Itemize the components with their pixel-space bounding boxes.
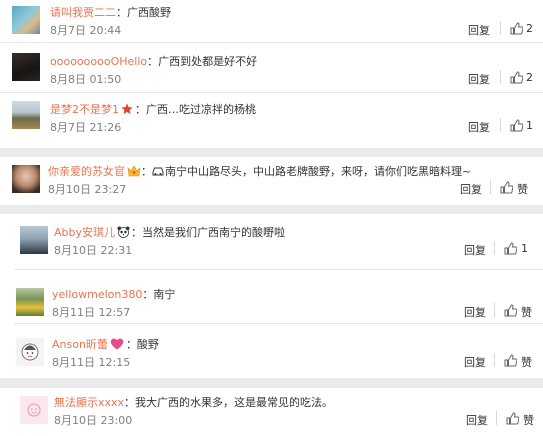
comment-time: 8月11日 12:15 [52,356,131,369]
avatar[interactable] [16,338,44,366]
comment-username[interactable]: 是梦2不是梦1 [50,103,119,116]
comment-text: ：南宁 [142,288,176,301]
comment-username[interactable]: oooooooooOHello [50,55,147,68]
comment-time: 8月10日 23:00 [54,414,133,427]
comment-card: 你亲爱的苏女官 ： 南宁中山路尽头，中山路老牌酸野，来呀，请你们吃黑暗料理~ 8月1… [0,157,543,205]
reply-button[interactable]: 回复 [464,354,486,370]
comment-item: Anson昕蕾 ：酸野 8月11日 12:15 回复 赞 [0,334,543,370]
cartoon-avatar-icon [21,343,39,361]
action-separator [494,303,495,317]
comment-username[interactable]: 你亲爱的苏女官 [48,165,125,178]
comment-time: 8月11日 12:57 [52,306,131,319]
like-count: 1 [526,119,533,132]
comment-time: 8月7日 20:44 [50,24,122,37]
avatar[interactable] [12,165,40,193]
default-avatar-icon [27,403,41,417]
reply-button[interactable]: 回复 [460,181,482,197]
thumbs-up-icon[interactable] [510,22,524,35]
comment-username[interactable]: Abby安琪儿 [54,226,115,239]
comment-item: 無法顯示xxxx：我大广西的水果多，这是最常见的吃法。 8月10日 23:00 … [0,392,543,428]
thumbs-up-icon[interactable] [506,412,520,425]
comment-item: oooooooooOHello：广西到处都是好不好 8月8日 01:50 回复 … [0,51,543,87]
action-separator [496,411,497,425]
avatar[interactable] [12,53,40,81]
comment-card: 無法顯示xxxx：我大广西的水果多，这是最常见的吃法。 8月10日 23:00 … [0,388,543,436]
thumbs-up-icon[interactable] [510,119,524,132]
comment-text: ：广西到处都是好不好 [147,55,258,68]
like-button-label[interactable]: 赞 [521,304,532,320]
red-star-icon [121,103,133,115]
comment-username[interactable]: yellowmelon380 [52,288,142,301]
thumbs-up-icon[interactable] [504,242,518,255]
action-separator [490,180,491,194]
comment-time: 8月10日 23:27 [48,183,127,196]
comment-text: ：当然是我们广西南宁的酸嘢啦 [131,226,285,239]
like-button-label[interactable]: 赞 [523,412,534,428]
like-count: 1 [521,242,528,255]
divider [0,92,543,93]
comment-time: 8月8日 01:50 [50,73,122,86]
like-count: 2 [526,22,533,35]
comment-card: 请叫我贾二二：广西酸野 8月7日 20:44 回复 2 oooooooooOHe… [0,0,543,148]
like-button-label[interactable]: 赞 [521,354,532,370]
divider [14,323,543,324]
comment-text: ：广西酸野 [116,6,171,19]
thumbs-up-icon[interactable] [510,71,524,84]
action-separator [494,353,495,367]
like-count: 2 [526,71,533,84]
comment-text: ： [141,165,152,178]
action-separator [500,118,501,132]
avatar[interactable] [20,396,48,424]
comment-item: yellowmelon380：南宁 8月11日 12:57 回复 赞 [0,284,543,320]
reply-button[interactable]: 回复 [466,412,488,428]
thumbs-up-icon[interactable] [504,354,518,367]
comment-item: 是梦2不是梦1 ：广西…吃过凉拌的杨桃 8月7日 21:26 回复 1 [0,99,543,135]
thumbs-up-icon[interactable] [500,181,514,194]
comment-username[interactable]: Anson昕蕾 [52,338,108,351]
comment-text: ：酸野 [125,338,159,351]
avatar[interactable] [16,288,44,316]
reply-button[interactable]: 回复 [464,304,486,320]
reply-button[interactable]: 回复 [464,242,486,258]
comment-text: ：我大广西的水果多，这是最常见的吃法。 [124,396,334,409]
action-separator [500,70,501,84]
action-separator [494,241,495,255]
avatar[interactable] [20,226,48,254]
comment-card: Abby安琪儿 ：当然是我们广西南宁的酸嘢啦 8月10日 22:31 回复 1 y… [0,214,543,378]
comment-username[interactable]: 请叫我贾二二 [50,6,116,19]
car-icon [152,165,164,177]
reply-button[interactable]: 回复 [468,71,490,87]
comment-username[interactable]: 無法顯示xxxx [54,396,124,409]
comment-text-cont: 南宁中山路尽头，中山路老牌酸野，来呀，请你们吃黑暗料理~ [165,165,472,178]
reply-button[interactable]: 回复 [468,22,490,38]
reply-button[interactable]: 回复 [468,119,490,135]
comment-item: 请叫我贾二二：广西酸野 8月7日 20:44 回复 2 [0,2,543,38]
comment-time: 8月10日 22:31 [54,244,133,257]
thumbs-up-icon[interactable] [504,304,518,317]
crown-icon [127,165,141,177]
panda-icon [117,226,130,238]
avatar[interactable] [12,6,40,34]
divider [14,269,543,270]
like-button-label[interactable]: 赞 [517,181,528,197]
action-separator [500,21,501,35]
comment-text: ：广西…吃过凉拌的杨桃 [135,103,256,116]
divider [0,42,543,43]
comment-item: Abby安琪儿 ：当然是我们广西南宁的酸嘢啦 8月10日 22:31 回复 1 [0,222,543,258]
comment-item: 你亲爱的苏女官 ： 南宁中山路尽头，中山路老牌酸野，来呀，请你们吃黑暗料理~ 8月1… [0,161,543,197]
comment-time: 8月7日 21:26 [50,121,122,134]
avatar[interactable] [12,101,40,129]
heart-icon [110,338,124,350]
